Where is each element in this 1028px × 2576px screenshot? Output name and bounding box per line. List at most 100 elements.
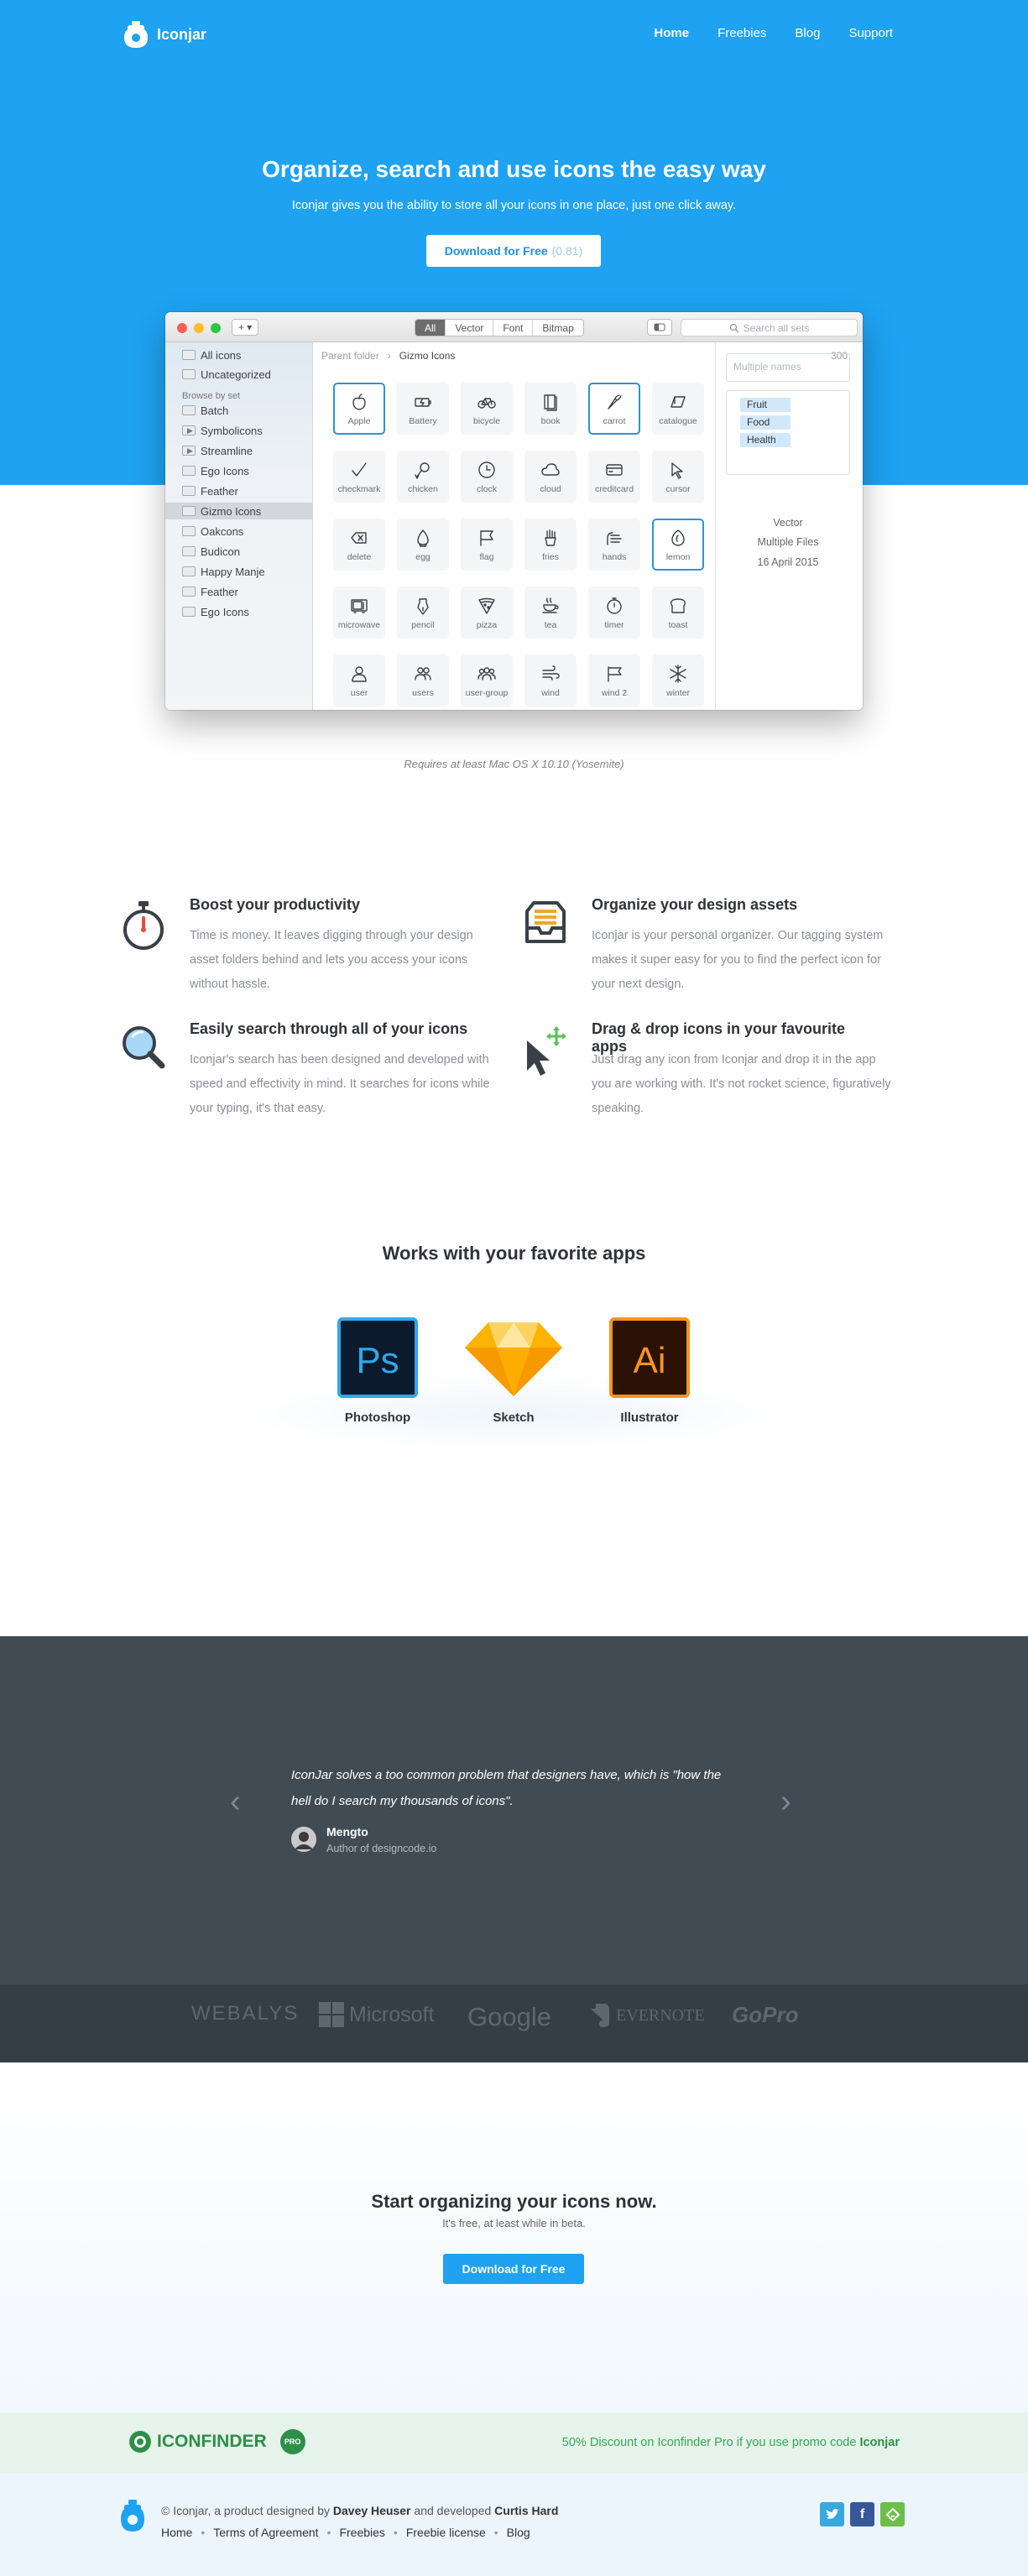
twitter-button[interactable] [820, 2502, 844, 2526]
nav-freebies[interactable]: Freebies [718, 26, 766, 40]
icon-tile[interactable]: user-group [461, 654, 513, 707]
sidebar-item-set[interactable]: Feather [182, 482, 313, 499]
icon-tile[interactable]: chicken [397, 451, 449, 503]
footer-link-home[interactable]: Home [161, 2526, 192, 2539]
icon-label: Battery [409, 415, 437, 426]
icon-tile[interactable]: hands [588, 519, 640, 571]
feature-text: Just drag any icon from Iconjar and drop… [592, 1053, 891, 1115]
sidebar-item-set[interactable]: Batch [182, 402, 313, 419]
icon-tile[interactable]: creditcard [588, 451, 640, 503]
tag[interactable]: Food [740, 415, 791, 430]
iconfinder-logo[interactable]: ICONFINDER PRO [128, 2429, 305, 2454]
names-field[interactable]: Multiple names [726, 353, 850, 382]
brand-google: Google [467, 2002, 551, 2032]
icon-tile[interactable]: winter [652, 654, 704, 707]
icon-tile[interactable]: egg [397, 519, 449, 571]
icon-tile[interactable]: bicycle [461, 383, 513, 435]
icon-label: microwave [337, 619, 381, 630]
icon-tile[interactable]: flag [461, 519, 513, 571]
footer-link-terms[interactable]: Terms of Agreement [213, 2526, 318, 2539]
sidebar-toggle-button[interactable] [647, 319, 672, 336]
sidebar-header: Browse by set [182, 391, 241, 401]
disclosure-triangle-icon[interactable]: ▶ [187, 446, 193, 456]
tag[interactable]: Fruit [740, 398, 791, 412]
brand-logo[interactable]: Iconjar [123, 20, 206, 49]
sidebar-item-set[interactable]: ▶ Streamline [182, 442, 313, 459]
sidebar-item-uncategorized[interactable]: Uncategorized [182, 366, 313, 383]
icon-tile[interactable]: tea [524, 587, 577, 639]
prev-testimonial-button[interactable]: ‹ [230, 1784, 241, 1820]
cta-download-button[interactable]: Download for Free [443, 2254, 584, 2284]
ai-abbr: Ai [633, 1340, 665, 1381]
footer-link-freebie-license[interactable]: Freebie license [406, 2526, 486, 2539]
sidebar-item-set[interactable]: Happy Manje [182, 563, 313, 580]
hero-download-button[interactable]: Download for Free (0.81) [426, 235, 601, 267]
icon-tile[interactable]: cursor [652, 451, 704, 503]
filter-font[interactable]: Font [493, 320, 534, 336]
icon-tile[interactable]: fries [524, 519, 577, 571]
sidebar-item-set[interactable]: Ego Icons [182, 603, 313, 620]
icon-tile[interactable]: pizza [461, 587, 513, 639]
icon-tile[interactable]: users [397, 654, 449, 707]
ps-abbr: Ps [356, 1340, 399, 1381]
footer-link-blog[interactable]: Blog [507, 2526, 530, 2539]
icon-tile[interactable]: wind 2 [588, 654, 640, 707]
next-testimonial-button[interactable]: › [780, 1784, 791, 1820]
icon-label: user [350, 687, 368, 698]
icon-tile[interactable]: user [333, 654, 385, 707]
jar-logo-icon [124, 21, 148, 48]
zoom-window-button[interactable] [211, 323, 221, 333]
tags-box[interactable]: Fruit Food Health [726, 390, 850, 475]
filter-segmented-control: All Vector Font Bitmap [415, 319, 584, 336]
icon-label: users [412, 687, 434, 698]
disclosure-triangle-icon[interactable]: ▶ [187, 426, 193, 435]
search-input[interactable]: Search all sets [681, 319, 858, 336]
filter-all[interactable]: All [415, 320, 446, 336]
feedly-button[interactable] [880, 2502, 905, 2526]
icon-tile[interactable]: microwave [333, 587, 385, 639]
sidebar-item-all-icons[interactable]: All icons [182, 347, 313, 363]
close-window-button[interactable] [177, 323, 187, 333]
copy-text: © Iconjar, a product designed by [161, 2504, 333, 2517]
nav-blog[interactable]: Blog [795, 26, 820, 40]
developer-name[interactable]: Curtis Hard [494, 2504, 558, 2517]
requirement-note: Requires at least Mac OS X 10.10 (Yosemi… [404, 758, 624, 770]
icon-tile[interactable]: Battery [397, 383, 449, 435]
icon-tile[interactable]: cloud [524, 451, 577, 503]
icon-tile[interactable]: pencil [397, 587, 449, 639]
nav-home[interactable]: Home [654, 26, 689, 40]
icon-tile[interactable]: toast [652, 587, 704, 639]
icon-label: bicycle [472, 415, 501, 426]
designer-name[interactable]: Davey Heuser [333, 2504, 411, 2517]
minimize-window-button[interactable] [194, 323, 204, 333]
sidebar-item-set[interactable]: Budicon [182, 543, 313, 560]
filter-vector[interactable]: Vector [446, 320, 494, 336]
facebook-button[interactable]: f [850, 2502, 874, 2526]
sidebar-item-set[interactable]: Ego Icons [182, 462, 313, 479]
sidebar-item-set[interactable]: Oakcons [182, 523, 313, 540]
filter-bitmap[interactable]: Bitmap [533, 320, 582, 336]
icon-tile[interactable]: wind [524, 654, 577, 707]
icon-tile[interactable]: carrot [588, 383, 640, 435]
sidebar-item-set[interactable]: Feather [182, 583, 313, 600]
add-set-button[interactable]: + ▾ [232, 319, 258, 336]
icon-tile[interactable]: clock [461, 451, 513, 503]
icon-tile[interactable]: lemon [652, 519, 704, 571]
nav-support[interactable]: Support [848, 26, 893, 40]
icon-tile[interactable]: delete [333, 519, 385, 571]
brand-evernote: EVERNOTE [587, 2002, 705, 2029]
sidebar-item-set[interactable]: Gizmo Icons [165, 503, 313, 519]
breadcrumb-parent[interactable]: Parent folder [321, 350, 379, 362]
icon-tile[interactable]: Apple [333, 383, 385, 435]
icon-tile[interactable]: timer [588, 587, 640, 639]
icon-tile[interactable]: checkmark [333, 451, 385, 503]
download-label: Download for Free [444, 244, 548, 258]
tea-icon [542, 597, 559, 613]
icon-tile[interactable]: catalogue [652, 383, 704, 435]
footer-link-freebies[interactable]: Freebies [339, 2526, 384, 2539]
icon-tile[interactable]: book [524, 383, 577, 435]
footer-copyright: © Iconjar, a product designed by Davey H… [161, 2504, 558, 2517]
tag[interactable]: Health [740, 433, 791, 447]
sidebar-item-set[interactable]: ▶ Symbolicons [182, 422, 313, 439]
icon-label: cloud [540, 483, 561, 494]
